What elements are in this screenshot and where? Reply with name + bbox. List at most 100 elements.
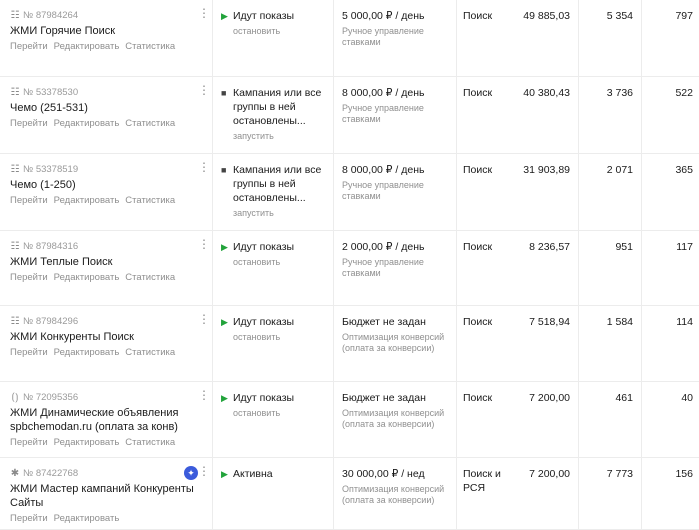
more-menu-icon[interactable]: ⋮ [198,7,210,19]
campaign-link-2[interactable]: Статистика [125,272,175,283]
campaign-name[interactable]: ЖМИ Теплые Поиск [10,255,202,269]
metric2-cell: 522 [642,77,699,153]
status-action-link[interactable]: остановить [221,26,327,36]
campaign-row: ☷ № 53378519 Чемо (1-250) Перейти Редакти… [0,154,699,231]
metric1-cell: 5 354 [579,0,642,76]
campaign-link-1[interactable]: Редактировать [54,347,120,358]
metric1-value: 2 071 [606,164,633,176]
campaign-link-1[interactable]: Редактировать [54,513,120,524]
more-menu-icon[interactable]: ⋮ [198,389,210,401]
campaign-row: ☷ № 87984316 ЖМИ Теплые Поиск Перейти Ред… [0,231,699,306]
placement-text: Поиск [463,164,493,176]
status-action-link[interactable]: запустить [221,208,327,218]
campaign-name[interactable]: ЖМИ Динамические объявления spbchemodan.… [10,406,202,434]
metric2-value: 365 [675,164,693,176]
more-menu-icon[interactable]: ⋮ [198,313,210,325]
cost-value: 31 903,89 [523,164,570,176]
status-cell: ▶ Активна [213,458,334,529]
campaign-links: Перейти Редактировать Статистика [10,118,202,129]
budget-value[interactable]: 8 000,00 ₽ / день [342,163,450,177]
stopped-icon: ■ [221,88,227,98]
placement-cell: Поиск [457,306,503,381]
text-ad-icon: ☷ [10,315,20,327]
status-action-link[interactable]: остановить [221,332,327,342]
metric2-cell: 40 [642,382,699,457]
campaign-link-0[interactable]: Перейти [10,513,48,524]
campaign-name[interactable]: ЖМИ Мастер кампаний Конкуренты Сайты [10,482,202,510]
status-action-link[interactable]: запустить [221,131,327,141]
metric2-value: 40 [681,392,693,404]
budget-value[interactable]: Бюджет не задан [342,315,450,329]
campaign-name-cell: ☷ № 53378530 Чемо (251-531) Перейти Редак… [0,77,213,153]
metric2-cell: 114 [642,306,699,381]
campaign-links: Перейти Редактировать Статистика [10,41,202,52]
budget-cell: 2 000,00 ₽ / день Ручное управление став… [334,231,457,305]
more-menu-icon[interactable]: ⋮ [198,161,210,173]
budget-value[interactable]: 2 000,00 ₽ / день [342,240,450,254]
campaign-links: Перейти Редактировать [10,513,202,524]
campaign-link-0[interactable]: Перейти [10,195,48,206]
campaign-links: Перейти Редактировать Статистика [10,347,202,358]
campaign-name[interactable]: ЖМИ Конкуренты Поиск [10,330,202,344]
campaign-link-0[interactable]: Перейти [10,118,48,129]
cost-cell: 31 903,89 [503,154,579,230]
metric1-cell: 951 [579,231,642,305]
placement-text: Поиск [463,316,493,328]
budget-cell: 5 000,00 ₽ / день Ручное управление став… [334,0,457,76]
strategy-text: Ручное управление ставками [342,180,424,201]
budget-value[interactable]: Бюджет не задан [342,391,450,405]
placement-text: Поиск [463,241,493,253]
campaign-link-1[interactable]: Редактировать [54,437,120,448]
campaign-link-2[interactable]: Статистика [125,347,175,358]
campaign-link-1[interactable]: Редактировать [54,118,120,129]
dynamic-ad-icon: ⟮⟯ [11,391,19,403]
status-action-link[interactable]: остановить [221,408,327,418]
more-menu-icon[interactable]: ⋮ [198,238,210,250]
campaign-id: № 87984296 [23,315,79,327]
metric1-value: 461 [615,392,633,404]
placement-cell: Поиск [457,154,503,230]
campaign-name[interactable]: Чемо (251-531) [10,101,202,115]
campaign-link-1[interactable]: Редактировать [54,272,120,283]
status-cell: ■ Кампания или все группы в ней остановл… [213,154,334,230]
budget-value[interactable]: 30 000,00 ₽ / нед [342,467,450,481]
campaign-link-2[interactable]: Статистика [125,41,175,52]
budget-value[interactable]: 8 000,00 ₽ / день [342,86,450,100]
campaign-link-0[interactable]: Перейти [10,347,48,358]
campaign-link-1[interactable]: Редактировать [54,41,120,52]
metric1-cell: 7 773 [579,458,642,529]
campaign-link-2[interactable]: Статистика [125,195,175,206]
campaign-link-0[interactable]: Перейти [10,41,48,52]
campaign-row: ✱ № 87422768 ЖМИ Мастер кампаний Конкуре… [0,458,699,530]
metric1-cell: 461 [579,382,642,457]
metric1-value: 7 773 [606,468,633,480]
metric1-value: 3 736 [606,87,633,99]
campaign-row: ⟮⟯ № 72095356 ЖМИ Динамические объявлени… [0,382,699,458]
text-ad-icon: ☷ [10,240,20,252]
campaign-name[interactable]: Чемо (1-250) [10,178,202,192]
strategy-text: Оптимизация конверсий (оплата за конверс… [342,408,445,429]
play-icon: ▶ [221,11,228,21]
status-action-link[interactable]: остановить [221,257,327,267]
status-text: Идут показы [233,241,295,253]
campaign-link-2[interactable]: Статистика [125,118,175,129]
campaign-link-1[interactable]: Редактировать [54,195,120,206]
metric2-value: 156 [675,468,693,480]
more-menu-icon[interactable]: ⋮ [198,84,210,96]
play-icon: ▶ [221,393,228,403]
budget-value[interactable]: 5 000,00 ₽ / день [342,9,450,23]
status-text: Идут показы [233,392,295,404]
metric2-value: 522 [675,87,693,99]
campaign-id: № 53378530 [23,86,79,98]
campaign-link-0[interactable]: Перейти [10,437,48,448]
campaign-link-0[interactable]: Перейти [10,272,48,283]
campaign-link-2[interactable]: Статистика [125,437,175,448]
campaign-row: ☷ № 87984264 ЖМИ Горячие Поиск Перейти Ре… [0,0,699,77]
master-badge-icon[interactable]: ✦ [184,466,198,480]
placement-text: Поиск [463,87,493,99]
more-menu-icon[interactable]: ⋮ [198,465,210,477]
campaign-name[interactable]: ЖМИ Горячие Поиск [10,24,202,38]
cost-value: 7 200,00 [529,392,570,404]
cost-value: 49 885,03 [523,10,570,22]
budget-cell: Бюджет не задан Оптимизация конверсий (о… [334,306,457,381]
